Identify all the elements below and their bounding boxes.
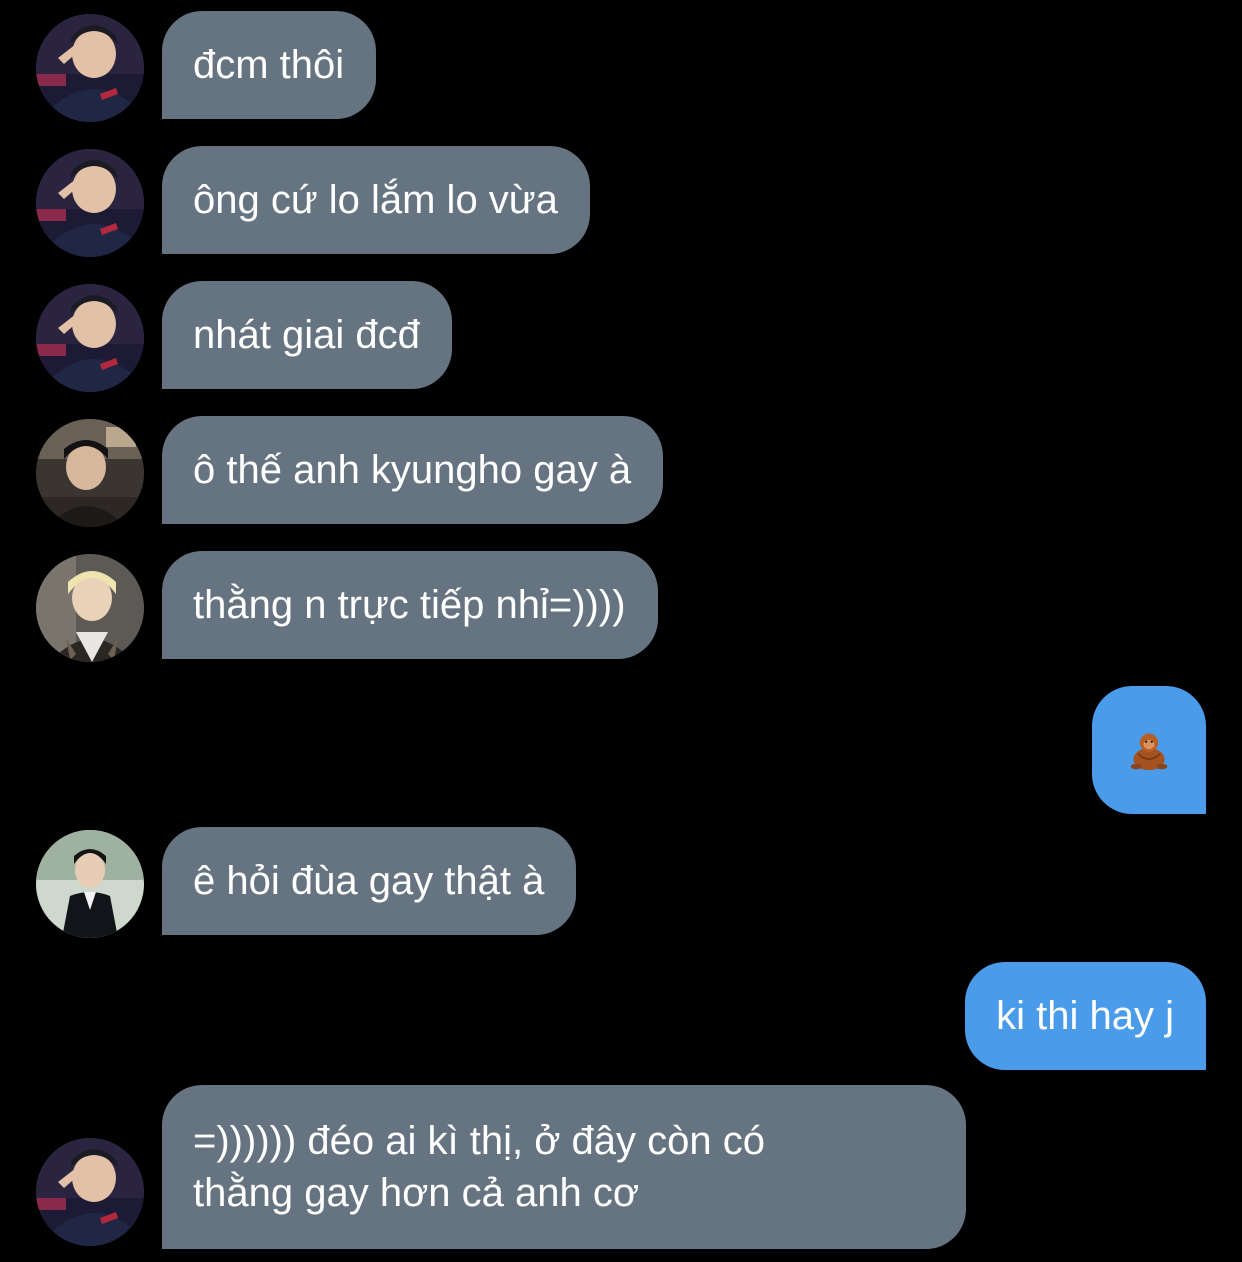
avatar-player-salute-icon — [36, 1138, 144, 1246]
avatar-player-suit-icon — [36, 830, 144, 938]
incoming-message-bubble[interactable]: đcm thôi — [162, 11, 377, 119]
avatar[interactable] — [36, 149, 144, 257]
avatar[interactable] — [36, 419, 144, 527]
message-text-line: =)))))) đéo ai kì thị, ở đây còn có — [193, 1119, 765, 1163]
message-text: đcm thôi — [193, 43, 345, 87]
outgoing-message-bubble[interactable]: ki thi hay j — [965, 962, 1206, 1070]
message-text: ki thi hay j — [996, 994, 1174, 1038]
incoming-message-bubble[interactable]: ê hỏi đùa gay thật à — [162, 827, 577, 935]
incoming-message-bubble[interactable]: nhát giai đcđ — [162, 281, 452, 389]
message-text: ông cứ lo lắm lo vừa — [193, 178, 558, 222]
avatar[interactable] — [36, 14, 144, 122]
incoming-message-bubble[interactable]: thằng n trực tiếp nhỉ=)))) — [162, 551, 658, 659]
avatar[interactable] — [36, 830, 144, 938]
outgoing-message-bubble[interactable] — [1092, 686, 1206, 814]
orangutan-emoji-icon — [1130, 733, 1168, 771]
message-text: ê hỏi đùa gay thật à — [193, 859, 545, 903]
avatar-player-salute-icon — [36, 284, 144, 392]
incoming-message-bubble[interactable]: ông cứ lo lắm lo vừa — [162, 146, 590, 254]
message-text: ô thế anh kyungho gay à — [193, 448, 632, 492]
avatar-player-salute-icon — [36, 14, 144, 122]
message-text-line: thằng gay hơn cả anh cơ — [193, 1171, 640, 1215]
avatar[interactable] — [36, 1138, 144, 1246]
avatar-player-salute-icon — [36, 149, 144, 257]
avatar[interactable] — [36, 284, 144, 392]
avatar-player-dark-room-icon — [36, 419, 144, 527]
incoming-message-bubble[interactable]: =)))))) đéo ai kì thị, ở đây còn có thằn… — [162, 1085, 966, 1249]
incoming-message-bubble[interactable]: ô thế anh kyungho gay à — [162, 416, 664, 524]
avatar[interactable] — [36, 554, 144, 662]
message-text: thằng n trực tiếp nhỉ=)))) — [193, 583, 626, 627]
avatar-player-blond-icon — [36, 554, 144, 662]
message-text: nhát giai đcđ — [193, 313, 420, 357]
